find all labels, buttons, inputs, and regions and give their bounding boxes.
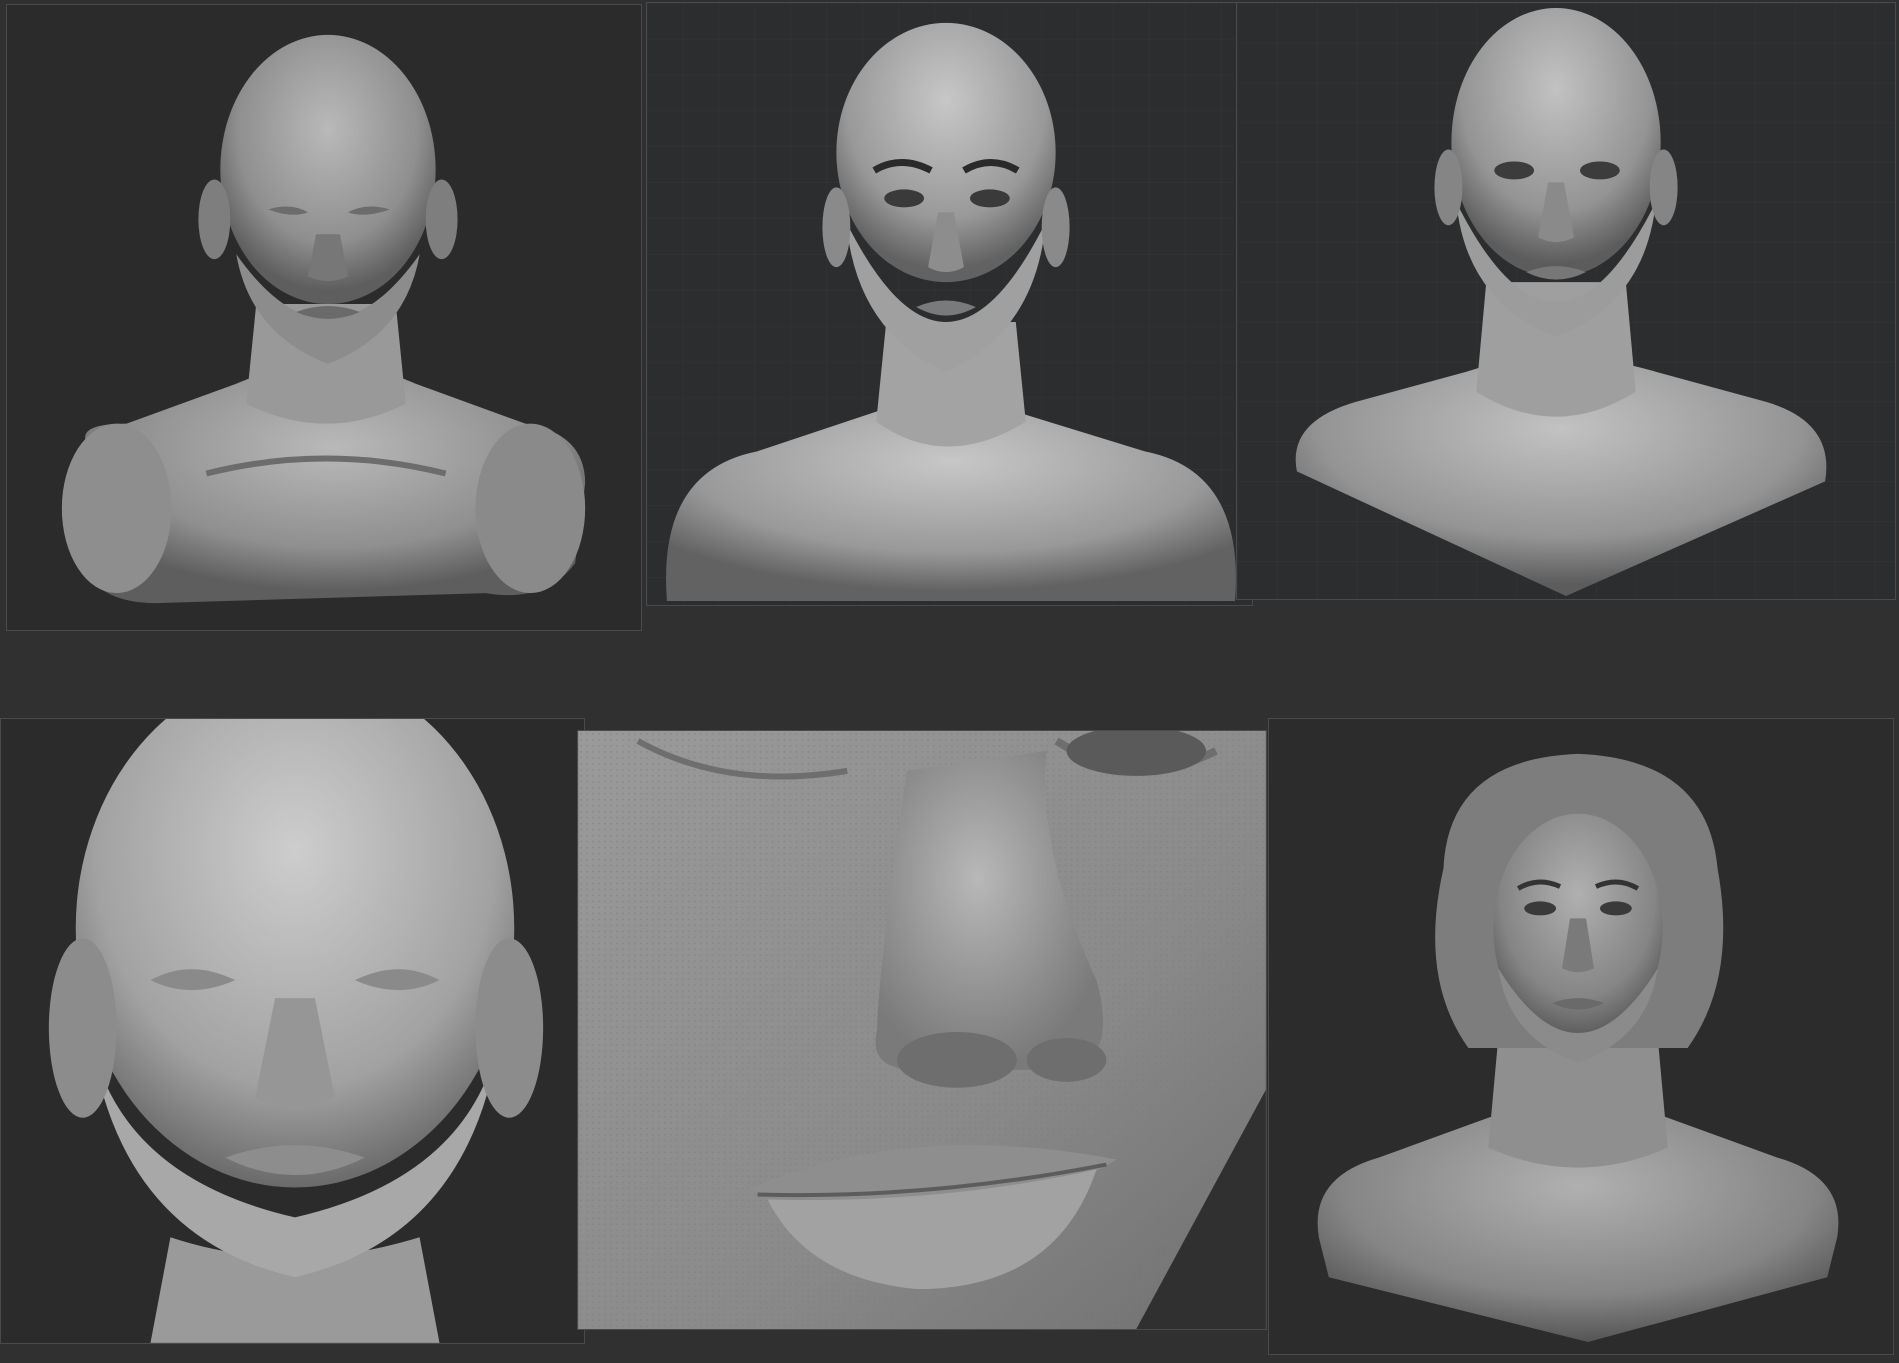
refined-female-bust-with-brows-icon	[647, 3, 1252, 605]
sculpt-progress-collage	[0, 0, 1899, 1363]
skin-pore-detail-nose-lips-icon	[578, 731, 1266, 1329]
bust-with-hair-panel	[1268, 718, 1894, 1355]
face-closeup-panel	[0, 718, 585, 1344]
bust-blockout-panel	[6, 4, 642, 631]
female-face-closeup-closed-eyes-icon	[48, 719, 544, 1343]
female-bust-with-hair-icon	[1317, 753, 1839, 1343]
skin-detail-panel	[577, 730, 1267, 1330]
refined-female-bust-open-eyes-icon	[1237, 3, 1895, 599]
low-poly-female-bust-icon	[61, 34, 586, 604]
bust-refined-eyes-panel	[1236, 2, 1896, 600]
bust-refined-brows-panel	[646, 2, 1253, 606]
